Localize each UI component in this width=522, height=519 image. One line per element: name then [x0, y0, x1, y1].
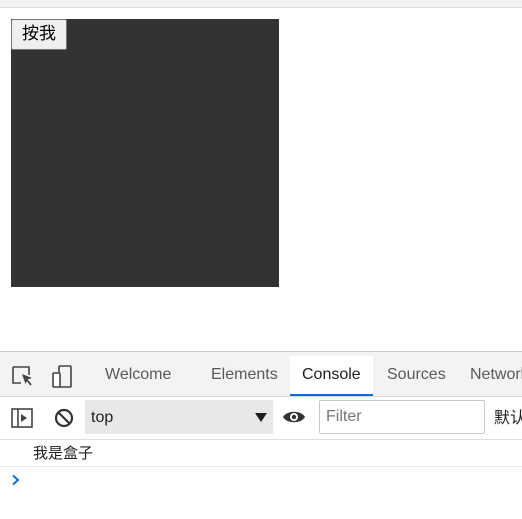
page: 按我 Welcome Elements Console Sources Netw…	[0, 0, 522, 519]
press-me-button[interactable]: 按我	[11, 19, 67, 50]
dark-box: 按我	[11, 19, 279, 287]
live-expression-eye-icon[interactable]	[282, 405, 306, 429]
dropdown-arrow-icon	[255, 413, 267, 422]
tab-network[interactable]: Network	[458, 356, 522, 396]
page-viewport: 按我	[0, 8, 522, 351]
tab-welcome[interactable]: Welcome	[93, 356, 183, 396]
browser-tab-strip	[0, 0, 232, 2]
chevron-right-icon	[12, 474, 20, 486]
console-filter-input[interactable]	[319, 400, 485, 434]
browser-top-strip	[0, 0, 522, 8]
devtools-tabbar: Welcome Elements Console Sources Network	[0, 352, 522, 397]
console-prompt[interactable]	[0, 467, 522, 493]
context-selector[interactable]: top	[85, 400, 273, 434]
tab-elements[interactable]: Elements	[199, 356, 290, 396]
console-message: 我是盒子	[0, 440, 522, 467]
tab-console[interactable]: Console	[290, 356, 373, 396]
tab-sources[interactable]: Sources	[375, 356, 458, 396]
context-selector-label: top	[91, 409, 114, 426]
console-message-text: 我是盒子	[33, 444, 94, 462]
device-emulation-icon[interactable]	[50, 364, 74, 388]
show-console-sidebar-icon[interactable]	[10, 406, 34, 430]
console-toolbar: top 默认级别	[0, 397, 522, 440]
inspect-element-icon[interactable]	[10, 364, 34, 388]
clear-console-icon[interactable]	[52, 406, 76, 430]
log-levels-dropdown[interactable]: 默认级别	[494, 397, 522, 439]
devtools-panel: Welcome Elements Console Sources Network…	[0, 351, 522, 519]
